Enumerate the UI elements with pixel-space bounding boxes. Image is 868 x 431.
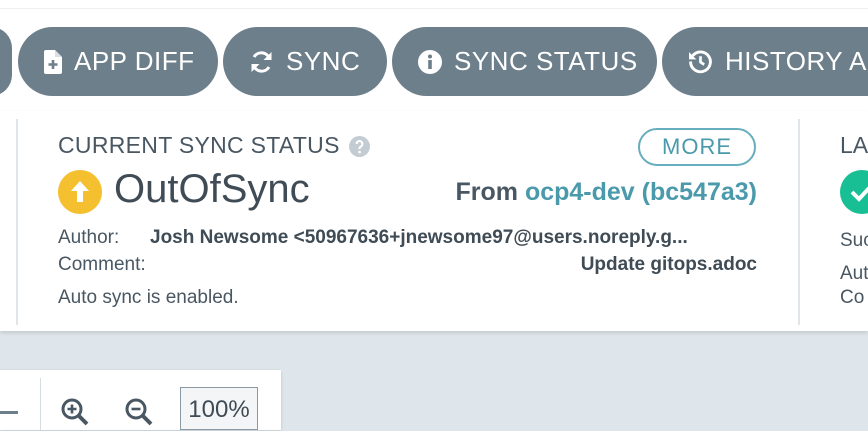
last-sync-line-3: Co <box>840 287 865 308</box>
sync-status-label: SYNC STATUS <box>454 46 638 76</box>
info-circle-icon <box>418 49 442 74</box>
app-diff-button[interactable]: APP DIFF <box>18 27 218 96</box>
app-diff-label: APP DIFF <box>74 46 195 76</box>
panel-divider-left <box>16 119 18 325</box>
out-of-sync-icon <box>58 170 102 214</box>
more-button[interactable]: MORE <box>638 128 756 166</box>
author-label: Author: <box>58 227 120 248</box>
toolbar-divider <box>0 8 868 9</box>
panel-divider-right <box>798 119 800 325</box>
revision-link[interactable]: ocp4-dev (bc547a3) <box>525 178 757 206</box>
zoom-level[interactable]: 100% <box>180 387 258 430</box>
zoom-separator <box>40 378 41 430</box>
sync-icon <box>251 50 272 73</box>
last-sync-heading: LA <box>840 132 868 158</box>
auto-sync-text: Auto sync is enabled. <box>58 287 239 308</box>
partial-toolbar-button[interactable] <box>0 27 12 96</box>
from-label: From <box>455 178 519 206</box>
history-label: HISTORY AN <box>725 46 868 76</box>
sync-status-button[interactable]: SYNC STATUS <box>392 27 657 96</box>
help-icon[interactable] <box>349 136 370 157</box>
sync-status-value: OutOfSync <box>114 167 310 211</box>
current-sync-status-heading: CURRENT SYNC STATUS <box>58 132 340 158</box>
sync-succeeded-icon <box>840 170 868 214</box>
author-value: Josh Newsome <50967636+jnewsome97@users.… <box>150 227 688 248</box>
app-toolbar: APP DIFF SYNC SYNC STATUS HISTORY AN <box>0 0 868 112</box>
zoom-in-icon[interactable] <box>61 398 89 426</box>
sync-label: SYNC <box>286 46 361 76</box>
zoom-out-icon[interactable] <box>125 398 153 426</box>
last-sync-line-1: Suc <box>840 230 868 251</box>
more-label: MORE <box>662 134 732 159</box>
sync-button[interactable]: SYNC <box>223 27 387 96</box>
sync-source: From ocp4-dev (bc547a3) <box>456 178 758 207</box>
zoom-toolbar: 100% <box>0 370 281 430</box>
history-button[interactable]: HISTORY AN <box>662 27 868 96</box>
history-icon <box>689 50 712 74</box>
last-sync-line-2: Aut <box>840 263 868 284</box>
file-plus-icon <box>44 49 62 74</box>
comment-value: Update gitops.adoc <box>580 254 757 275</box>
minus-icon[interactable] <box>0 410 20 416</box>
sync-status-panel: CURRENT SYNC STATUS MORE OutOfSync From … <box>0 111 868 331</box>
comment-label: Comment: <box>58 254 146 275</box>
